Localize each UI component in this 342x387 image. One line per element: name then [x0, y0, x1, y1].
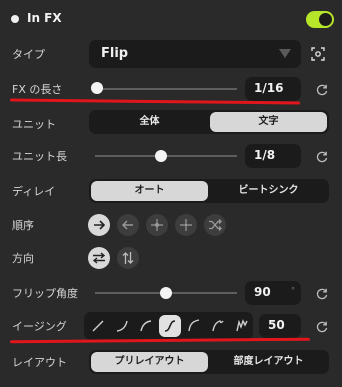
delay-option-auto[interactable]: オート	[91, 181, 208, 201]
reset-icon[interactable]	[315, 82, 329, 96]
arrow-right-icon[interactable]	[88, 214, 110, 236]
enable-toggle[interactable]	[306, 11, 334, 28]
easing-value: 50	[268, 318, 285, 332]
unit-length-value: 1/8	[254, 148, 276, 162]
direction-label: 方向	[12, 252, 34, 265]
horizontal-flip-icon[interactable]	[88, 247, 110, 269]
flip-angle-value: 90	[254, 285, 271, 299]
type-select-value: Flip	[101, 46, 129, 61]
fx-length-label: FX の長さ	[12, 83, 63, 96]
shuffle-icon[interactable]	[204, 214, 226, 236]
layout-label: レイアウト	[12, 356, 67, 369]
flip-angle-slider-thumb[interactable]	[160, 287, 172, 299]
linear-ease-icon[interactable]	[87, 315, 109, 337]
reset-icon[interactable]	[315, 319, 329, 333]
bounce-ease-icon[interactable]	[207, 315, 229, 337]
unit-label: ユニット	[12, 118, 56, 131]
degree-marker: °	[291, 286, 295, 295]
arrow-left-icon[interactable]	[117, 214, 139, 236]
ease-out-icon[interactable]	[135, 315, 157, 337]
toggle-knob	[319, 13, 332, 26]
vertical-flip-icon[interactable]	[117, 247, 139, 269]
unit-segmented-control: 全体 文字	[89, 110, 329, 134]
type-label: タイプ	[12, 48, 45, 61]
unit-length-slider-thumb[interactable]	[155, 150, 167, 162]
layout-option-pre[interactable]: プリレイアウト	[91, 352, 208, 372]
panel-indicator-dot	[11, 15, 19, 23]
fx-length-slider-thumb[interactable]	[91, 82, 103, 94]
flip-angle-label: フリップ角度	[12, 287, 78, 300]
fx-length-value: 1/16	[254, 81, 284, 95]
fx-length-value-field[interactable]: 1/16	[245, 77, 301, 101]
unit-length-value-field[interactable]: 1/8	[245, 144, 301, 168]
focus-frame-icon[interactable]	[310, 46, 326, 62]
unit-option-whole[interactable]: 全体	[91, 112, 208, 132]
panel-title: In FX	[27, 11, 62, 25]
easing-label: イージング	[12, 320, 67, 333]
delay-label: ディレイ	[12, 185, 56, 198]
order-row: 順序	[0, 211, 342, 239]
layout-option-post[interactable]: 部度レイアウト	[210, 352, 327, 372]
order-label: 順序	[12, 219, 34, 232]
type-select[interactable]: Flip	[89, 40, 301, 68]
in-fx-panel: In FX タイプ Flip FX の長さ 1/16 ユニット 全体 文字 ユニ…	[0, 0, 342, 387]
center-out-icon[interactable]	[146, 214, 168, 236]
edges-in-icon[interactable]	[175, 214, 197, 236]
reset-icon[interactable]	[315, 149, 329, 163]
elastic-ease-icon[interactable]	[231, 315, 253, 337]
flip-angle-value-field[interactable]: 90 °	[245, 281, 301, 305]
ease-in-icon[interactable]	[111, 315, 133, 337]
easing-value-field[interactable]: 50	[259, 314, 301, 338]
unit-option-character[interactable]: 文字	[210, 112, 327, 132]
easing-preset-group	[84, 312, 253, 340]
reset-icon[interactable]	[315, 286, 329, 300]
delay-option-beat-sync[interactable]: ビートシンク	[210, 181, 327, 201]
layout-segmented-control: プリレイアウト 部度レイアウト	[89, 350, 329, 374]
delay-segmented-control: オート ビートシンク	[89, 179, 329, 203]
ease-in-out-icon[interactable]	[159, 315, 181, 337]
unit-length-label: ユニット長	[12, 150, 67, 163]
back-ease-icon[interactable]	[183, 315, 205, 337]
chevron-down-icon	[279, 49, 291, 58]
direction-row: 方向	[0, 244, 342, 272]
fx-length-slider-track[interactable]	[95, 88, 237, 90]
